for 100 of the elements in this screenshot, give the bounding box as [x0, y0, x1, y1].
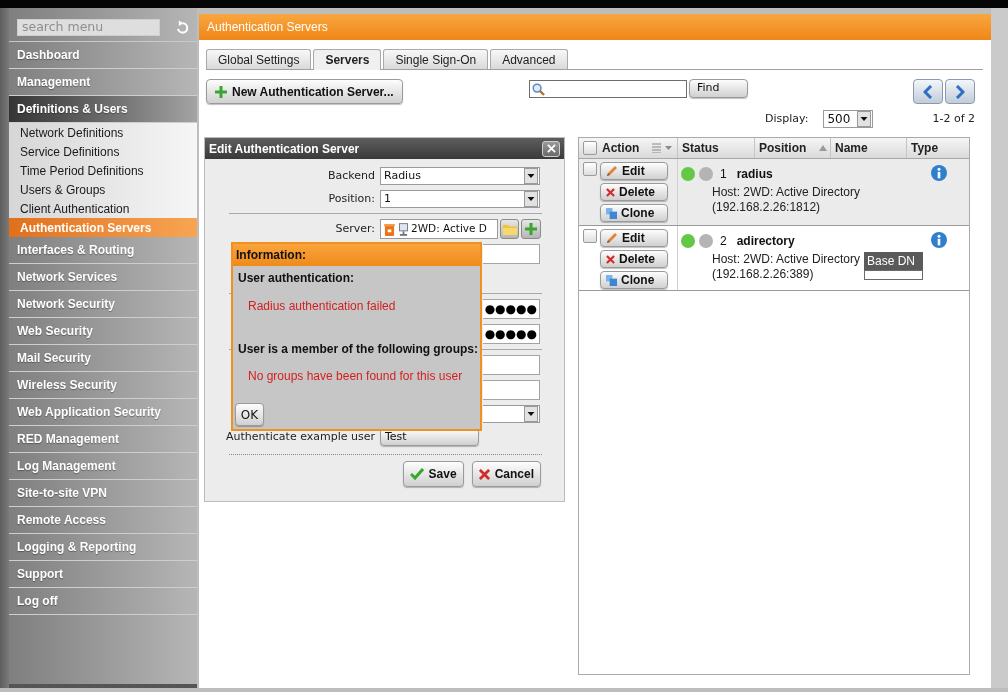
- dropdown-field[interactable]: Radius: [380, 167, 540, 185]
- sidebar-menu-item[interactable]: Log Management: [9, 453, 197, 480]
- cross-icon: [478, 468, 490, 480]
- field-label: Authenticate example user: [225, 428, 375, 445]
- search-icon: [532, 82, 545, 96]
- sidebar-menu-item[interactable]: Network Security: [9, 291, 197, 318]
- column-header[interactable]: Action: [602, 139, 640, 157]
- dropdown-caret-icon[interactable]: [857, 111, 872, 127]
- page-count: 1-2 of 2: [932, 110, 975, 127]
- plus-icon: [525, 223, 537, 235]
- server-field[interactable]: 2WD: Active D: [380, 219, 498, 239]
- delete-button[interactable]: Delete: [600, 183, 668, 201]
- address-text: (192.168.2.26:1812): [712, 200, 822, 215]
- sort-arrow-icon[interactable]: [819, 145, 827, 151]
- sidebar-menu-item[interactable]: RED Management: [9, 426, 197, 453]
- dropdown-field[interactable]: [483, 405, 540, 423]
- sidebar-submenu-item[interactable]: Time Period Definitions: [9, 161, 197, 180]
- edit-button[interactable]: Edit: [600, 162, 668, 180]
- sidebar-menu-item[interactable]: Definitions & Users: [9, 96, 197, 123]
- page-size-dropdown[interactable]: 500: [823, 110, 874, 128]
- find-button[interactable]: Find: [689, 79, 748, 98]
- row-position: 1: [720, 166, 727, 183]
- sidebar-submenu-item[interactable]: Client Authentication: [9, 199, 197, 218]
- close-button[interactable]: [542, 140, 560, 157]
- field-label: Server:: [335, 220, 375, 237]
- checkbox[interactable]: [583, 229, 597, 243]
- close-icon: [546, 144, 556, 153]
- sidebar-submenu-item[interactable]: Network Definitions: [9, 123, 197, 142]
- delete-button[interactable]: Delete: [600, 250, 668, 268]
- column-header[interactable]: Position: [759, 139, 807, 157]
- field-label: Backend: [327, 167, 375, 184]
- column-menu-icon[interactable]: [652, 143, 672, 153]
- sidebar-menu-item[interactable]: Network Services: [9, 264, 197, 291]
- column-header[interactable]: Status: [682, 139, 719, 157]
- address-text: (192.168.2.26:389): [712, 267, 815, 282]
- search-menu-field[interactable]: search menu: [17, 19, 160, 36]
- bin-icon[interactable]: [384, 222, 395, 236]
- page-title: Authentication Servers: [199, 14, 991, 40]
- dropdown-caret-icon[interactable]: [524, 168, 538, 184]
- checkbox[interactable]: [583, 141, 597, 155]
- ok-button[interactable]: OK: [235, 403, 264, 426]
- dropdown-field[interactable]: 1: [380, 190, 540, 208]
- host-text: Host: 2WD: Active Directory: [712, 252, 861, 267]
- dialog-title: Edit Authentication Server: [209, 140, 360, 158]
- pencil-icon: [606, 232, 618, 244]
- copy-icon: [606, 207, 617, 219]
- tab[interactable]: Global Settings: [206, 49, 312, 69]
- next-page-button[interactable]: [945, 79, 975, 104]
- tab[interactable]: Single Sign-On: [383, 49, 489, 69]
- new-server-button[interactable]: New Authentication Server...: [206, 79, 403, 104]
- previous-page-button[interactable]: [913, 79, 943, 104]
- tab[interactable]: Advanced: [490, 49, 568, 69]
- edit-button[interactable]: Edit: [600, 229, 668, 247]
- check-icon: [409, 468, 424, 480]
- save-button[interactable]: Save: [402, 461, 464, 487]
- field-label: Position:: [328, 190, 375, 207]
- cancel-button[interactable]: Cancel: [471, 461, 541, 487]
- add-button[interactable]: [521, 219, 541, 239]
- sidebar-submenu-item[interactable]: Users & Groups: [9, 180, 197, 199]
- dropdown-caret-icon[interactable]: [524, 406, 538, 422]
- sidebar-menu-item[interactable]: Web Security: [9, 318, 197, 345]
- info-icon[interactable]: [931, 232, 947, 248]
- table-row[interactable]: Edit Delete Clone 1 radius Host: 2WD: Active Directory (192.168.2.26:1812): [579, 159, 969, 226]
- row-position: 2: [720, 233, 727, 250]
- checkbox[interactable]: [583, 162, 597, 176]
- sidebar-menu-item[interactable]: Wireless Security: [9, 372, 197, 399]
- search-field[interactable]: [529, 80, 687, 98]
- tooltip-input-field[interactable]: [864, 270, 923, 280]
- error-message: No groups have been found for this user: [248, 369, 463, 383]
- sidebar-menu-item[interactable]: Support: [9, 561, 197, 588]
- base-dn-tooltip: Base DN: [864, 252, 923, 270]
- info-icon[interactable]: [931, 165, 947, 181]
- column-header[interactable]: Type: [911, 139, 939, 157]
- sidebar-menu-item[interactable]: Log off: [9, 588, 197, 615]
- sidebar-submenu-item[interactable]: Service Definitions: [9, 142, 197, 161]
- input-field[interactable]: [483, 244, 540, 264]
- popup-title: Information:: [236, 247, 306, 264]
- input-field[interactable]: [483, 355, 540, 375]
- dropdown-caret-icon[interactable]: [524, 191, 538, 207]
- plus-icon: [215, 85, 227, 98]
- tab[interactable]: Servers: [313, 49, 382, 70]
- copy-icon: [606, 274, 617, 286]
- browse-button[interactable]: [500, 219, 519, 239]
- sidebar-menu-item[interactable]: Remote Access: [9, 507, 197, 534]
- column-header[interactable]: Name: [835, 139, 868, 157]
- password-field[interactable]: ●●●●●: [483, 299, 540, 319]
- cross-icon: [606, 254, 615, 264]
- password-field[interactable]: ●●●●●: [483, 324, 540, 344]
- password-field[interactable]: [483, 380, 540, 400]
- refresh-icon[interactable]: [176, 20, 189, 35]
- chevron-left-icon: [923, 84, 933, 99]
- sidebar-menu-item[interactable]: Mail Security: [9, 345, 197, 372]
- clone-button[interactable]: Clone: [600, 204, 668, 222]
- clone-button[interactable]: Clone: [600, 271, 668, 289]
- display-label: Display:: [765, 110, 809, 127]
- error-message: Radius authentication failed: [248, 299, 396, 313]
- table-row[interactable]: Edit Delete Clone 2 adirectory Host: 2WD: Active Directory (192.168.2.26:389) Base DN: [579, 226, 969, 291]
- computer-icon: [399, 222, 408, 236]
- folder-icon: [502, 223, 517, 235]
- pencil-icon: [606, 165, 618, 177]
